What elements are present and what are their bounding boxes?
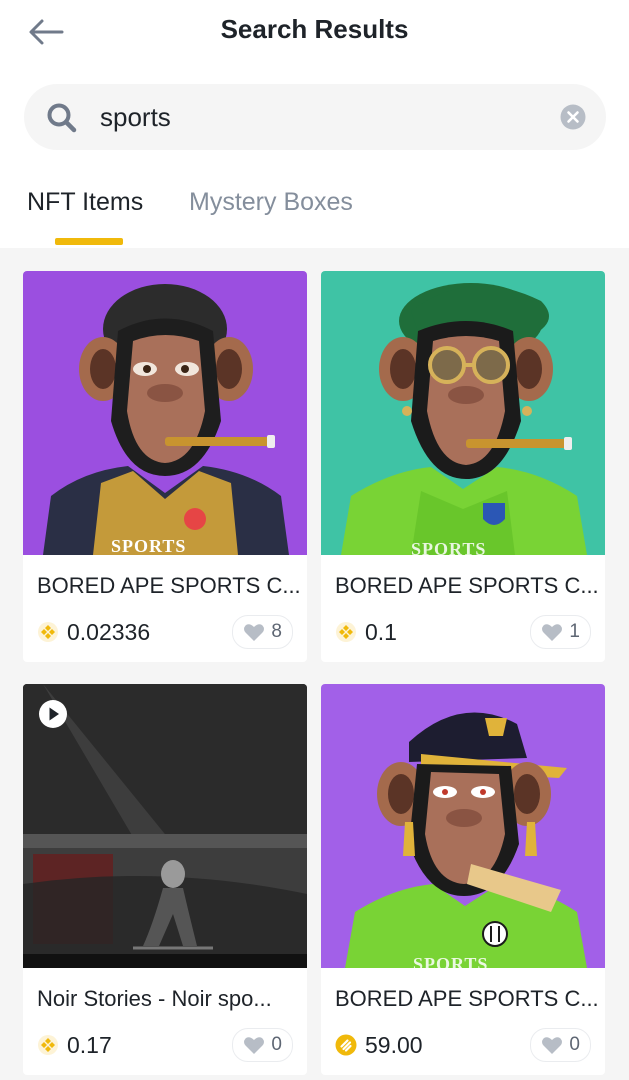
heart-icon [542, 624, 563, 641]
jersey-text: SPORTS [111, 536, 186, 555]
like-button[interactable]: 0 [530, 1028, 591, 1062]
heart-icon [244, 624, 265, 641]
nft-image: SPORTS [321, 684, 605, 968]
price-row: 59.00 [335, 1030, 423, 1060]
like-button[interactable]: 1 [530, 615, 591, 649]
top-section: Search Results NFT Items Mystery Boxes [0, 0, 629, 248]
nft-card[interactable]: SPORTS BORED APE SPORTS C... 0.1 1 [321, 271, 605, 662]
nft-name: BORED APE SPORTS C... [335, 986, 597, 1011]
tab-nft-items[interactable]: NFT Items [27, 188, 143, 217]
play-icon[interactable] [38, 699, 68, 729]
like-count: 0 [271, 1034, 282, 1055]
like-count: 0 [569, 1034, 580, 1055]
bnb-coin-icon [336, 622, 356, 642]
nft-image: SPORTS [321, 271, 605, 555]
nft-card[interactable]: SPORTS BORED APE SPORTS C... 0.02336 8 [23, 271, 307, 662]
tab-mystery-boxes[interactable]: Mystery Boxes [189, 188, 353, 217]
nft-name: Noir Stories - Noir spo... [37, 986, 272, 1011]
price-row: 0.02336 [37, 617, 150, 647]
price-row: 0.1 [335, 617, 397, 647]
like-count: 8 [271, 621, 282, 642]
nft-price: 0.02336 [67, 618, 151, 645]
nft-name: BORED APE SPORTS C... [37, 573, 299, 598]
clear-icon[interactable] [560, 104, 586, 130]
nft-image: SPORTS [23, 271, 307, 555]
nft-card[interactable]: SPORTS BORED APE SPORTS C... 59.00 0 [321, 684, 605, 1075]
like-button[interactable]: 8 [232, 615, 293, 649]
nft-card[interactable]: Noir Stories - Noir spo... 0.17 0 [23, 684, 307, 1075]
bnb-coin-icon [38, 1035, 58, 1055]
search-icon [47, 103, 77, 133]
nft-price: 0.1 [365, 618, 397, 645]
jersey-text: SPORTS [413, 954, 488, 968]
like-button[interactable]: 0 [232, 1028, 293, 1062]
jersey-text: SPORTS [411, 539, 486, 555]
nft-price: 0.17 [67, 1031, 112, 1058]
bnb-coin-icon [38, 622, 58, 642]
busd-coin-icon [335, 1034, 357, 1056]
like-count: 1 [569, 621, 580, 642]
search-bar [24, 84, 606, 150]
active-tab-indicator [55, 238, 123, 245]
nft-price: 59.00 [365, 1031, 423, 1058]
page-title: Search Results [220, 14, 409, 44]
heart-icon [542, 1037, 563, 1054]
tab-bar: NFT Items Mystery Boxes [0, 180, 629, 248]
search-input[interactable] [100, 96, 540, 138]
nft-name: BORED APE SPORTS C... [335, 573, 597, 598]
heart-icon [244, 1037, 265, 1054]
price-row: 0.17 [37, 1030, 112, 1060]
nft-image [23, 684, 307, 968]
